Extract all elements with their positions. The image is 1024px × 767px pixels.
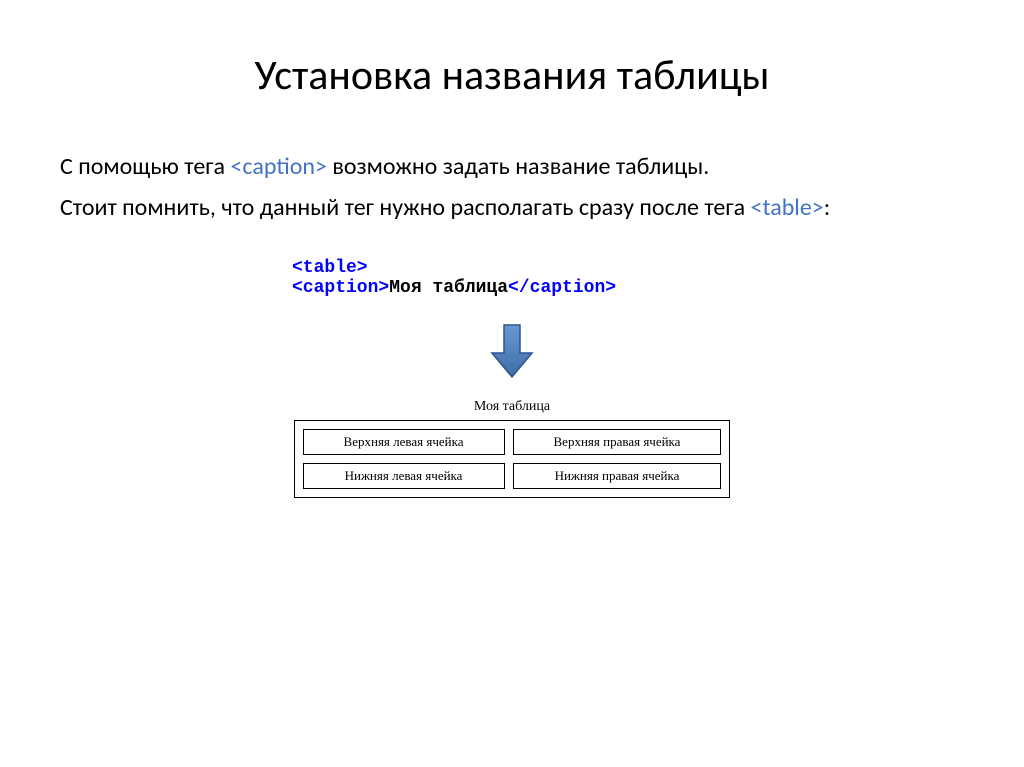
- paragraph-2-prefix: Стоит помнить, что данный тег нужно расп…: [60, 193, 751, 222]
- example-table-caption: Моя таблица: [60, 399, 964, 415]
- code-example: <table> <caption>Моя таблица</caption>: [60, 258, 964, 298]
- arrow-down-icon: [490, 323, 534, 379]
- example-table: Верхняя левая ячейка Верхняя правая ячей…: [294, 420, 731, 498]
- paragraph-1-suffix: возможно задать название таблицы.: [327, 152, 709, 181]
- table-row: Нижняя левая ячейка Нижняя правая ячейка: [303, 463, 722, 489]
- paragraph-1-prefix: С помощью тега: [60, 152, 230, 181]
- caption-tag-inline: <caption>: [230, 152, 327, 181]
- cell-bottom-left: Нижняя левая ячейка: [303, 463, 505, 489]
- code-caption-content: Моя таблица: [389, 278, 508, 298]
- table-row: Верхняя левая ячейка Верхняя правая ячей…: [303, 429, 722, 455]
- cell-bottom-right: Нижняя правая ячейка: [513, 463, 722, 489]
- table-example-container: Моя таблица Верхняя левая ячейка Верхняя…: [60, 399, 964, 498]
- table-tag-inline: <table>: [751, 193, 824, 222]
- code-caption-close: </caption>: [508, 278, 616, 298]
- code-table-tag: <table>: [292, 258, 368, 278]
- paragraph-2-suffix: :: [824, 193, 830, 222]
- cell-top-left: Верхняя левая ячейка: [303, 429, 505, 455]
- arrow-container: [60, 323, 964, 384]
- content-area: С помощью тега <caption> возможно задать…: [60, 151, 964, 498]
- slide-title: Установка названия таблицы: [60, 50, 964, 101]
- cell-top-right: Верхняя правая ячейка: [513, 429, 722, 455]
- paragraph-2: Стоит помнить, что данный тег нужно расп…: [60, 192, 964, 223]
- code-caption-open: <caption>: [292, 278, 389, 298]
- paragraph-1: С помощью тега <caption> возможно задать…: [60, 151, 964, 182]
